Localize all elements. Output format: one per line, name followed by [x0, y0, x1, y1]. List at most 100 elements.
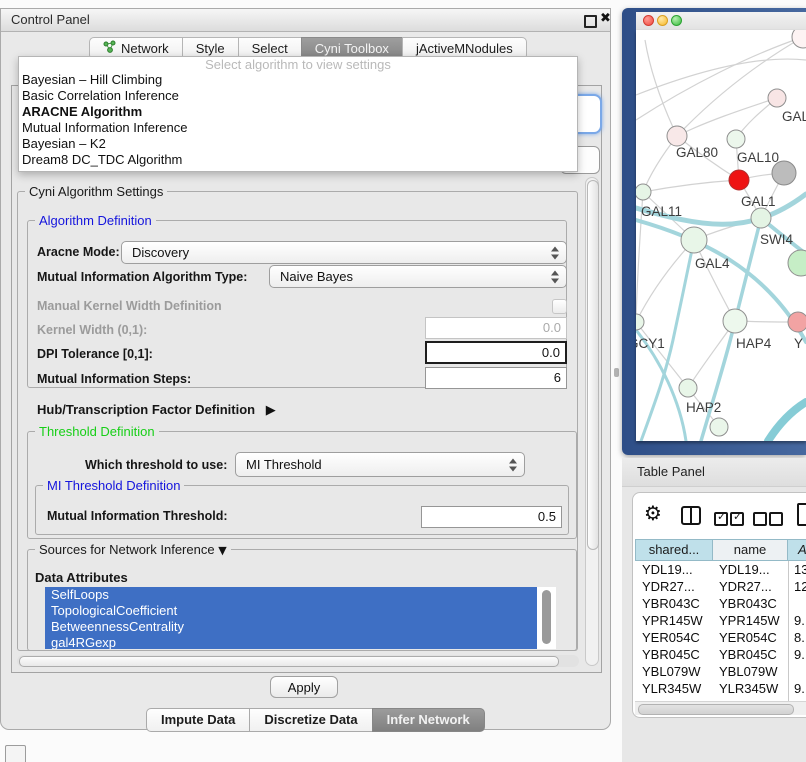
control-panel-titlebar[interactable]: Control Panel ✖: [1, 9, 610, 32]
restore-window-icon[interactable]: [584, 15, 597, 28]
table-row[interactable]: YDL19...YDL19...13: [635, 561, 806, 578]
scrollbar-thumb[interactable]: [19, 656, 559, 667]
stepper-arrows-icon: [509, 458, 518, 471]
list-item[interactable]: BetweennessCentrality: [45, 619, 537, 635]
mi-threshold-label: Mutual Information Threshold:: [47, 505, 228, 527]
mi-type-select[interactable]: Naive Bayes: [269, 265, 567, 288]
network-node[interactable]: [792, 30, 806, 48]
kernel-width-label: Kernel Width (0,1):: [37, 319, 147, 341]
window-title: Control Panel: [11, 12, 90, 27]
cell-value: 12: [787, 578, 806, 595]
scrollbar-thumb[interactable]: [638, 704, 794, 715]
table-row[interactable]: YBR045CYBR045C9.: [635, 646, 806, 663]
cell-shared-name: YER054C: [635, 629, 712, 646]
panel-splitter-handle[interactable]: [614, 368, 619, 377]
hub-definition-label: Hub/Transcription Factor Definition: [37, 402, 255, 417]
minimize-traffic-light[interactable]: [657, 15, 668, 26]
network-node[interactable]: [788, 312, 806, 332]
network-node-label: GCY1: [636, 336, 665, 351]
tab-infer-network[interactable]: Infer Network: [372, 708, 485, 732]
list-item[interactable]: SelfLoops: [45, 587, 537, 603]
selected-value: Naive Bayes: [280, 269, 353, 284]
network-node[interactable]: [788, 250, 806, 276]
network-node[interactable]: [681, 227, 707, 253]
network-node-label: GAL10: [737, 150, 779, 165]
table-row[interactable]: YBL079WYBL079W: [635, 663, 806, 680]
cell-name: YDR27...: [712, 578, 787, 595]
gear-icon[interactable]: ⚙: [644, 503, 662, 523]
apply-button[interactable]: Apply: [270, 676, 338, 698]
mi-steps-input[interactable]: 6: [425, 367, 567, 389]
select-all-checkbox-icon[interactable]: ✓: [714, 512, 728, 526]
expanded-arrow-icon: ▼: [218, 544, 226, 557]
table-row[interactable]: YDR27...YDR27...12: [635, 578, 806, 595]
deselect-all-checkbox-icon[interactable]: [769, 512, 783, 526]
list-item[interactable]: TopologicalCoefficient: [45, 603, 537, 619]
cell-name: YER054C: [712, 629, 787, 646]
network-node[interactable]: [727, 130, 745, 148]
scrollbar-thumb[interactable]: [542, 590, 551, 644]
cell-shared-name: YBL079W: [635, 663, 712, 680]
list-item[interactable]: gal4RGexp: [45, 635, 537, 649]
scrollbar-thumb[interactable]: [587, 180, 599, 550]
network-node[interactable]: [710, 418, 728, 436]
network-canvas[interactable]: GALGAL80GAL10GAL1GAL11SWI4GAL4GCY1HAP4YH…: [636, 30, 806, 441]
select-all-checkbox-icon[interactable]: ✓: [730, 512, 744, 526]
network-node[interactable]: [772, 161, 796, 185]
tab-discretize-data[interactable]: Discretize Data: [249, 708, 372, 732]
cell-name: YBL079W: [712, 663, 787, 680]
table-horizontal-scrollbar[interactable]: [635, 701, 806, 715]
network-node[interactable]: [729, 170, 749, 190]
hub-definition-toggle[interactable]: Hub/Transcription Factor Definition ▶: [37, 399, 276, 422]
cell-name: YBR043C: [712, 595, 787, 612]
collapsed-panel-button[interactable]: [5, 745, 26, 762]
group-title: Cyni Algorithm Settings: [25, 184, 167, 199]
table-body: YDL19...YDL19...13 YDR27...YDR27...12 YB…: [635, 561, 806, 701]
kernel-width-input[interactable]: 0.0: [425, 317, 567, 339]
settings-vertical-scrollbar[interactable]: [585, 177, 599, 666]
check-icon: ✓: [717, 510, 726, 523]
network-node[interactable]: [636, 184, 651, 200]
sources-group-toggle[interactable]: Sources for Network Inference ▼: [35, 542, 231, 557]
network-node[interactable]: [768, 89, 786, 107]
network-node[interactable]: [636, 314, 644, 330]
algorithm-option[interactable]: Dream8 DC_TDC Algorithm: [19, 152, 577, 168]
close-traffic-light[interactable]: [643, 15, 654, 26]
algorithm-option[interactable]: Bayesian – Hill Climbing: [19, 72, 577, 88]
table-row[interactable]: YPR145WYPR145W9.: [635, 612, 806, 629]
settings-horizontal-scrollbar[interactable]: [17, 655, 579, 667]
network-node[interactable]: [723, 309, 747, 333]
mi-threshold-input[interactable]: 0.5: [421, 506, 562, 528]
network-node[interactable]: [667, 126, 687, 146]
manual-kernel-checkbox[interactable]: [552, 299, 567, 314]
network-node[interactable]: [679, 379, 697, 397]
tab-impute-data[interactable]: Impute Data: [146, 708, 250, 732]
split-columns-icon[interactable]: [681, 506, 701, 525]
network-window-titlebar[interactable]: [636, 12, 806, 30]
algorithm-option[interactable]: Basic Correlation Inference: [19, 88, 577, 104]
check-icon: ✓: [733, 510, 742, 523]
mi-type-label: Mutual Information Algorithm Type:: [37, 266, 247, 288]
dpi-tolerance-input[interactable]: 0.0: [425, 341, 567, 364]
table-row[interactable]: YER054CYER054C8.: [635, 629, 806, 646]
deselect-all-checkbox-icon[interactable]: [753, 512, 767, 526]
aracne-mode-select[interactable]: Discovery: [121, 241, 567, 264]
zoom-traffic-light[interactable]: [671, 15, 682, 26]
table-row[interactable]: YBR043CYBR043C: [635, 595, 806, 612]
mi-steps-label: Mutual Information Steps:: [37, 368, 191, 390]
list-vertical-scrollbar[interactable]: [541, 589, 552, 647]
new-table-file-icon[interactable]: [797, 503, 806, 526]
network-node-label: SWI4: [760, 232, 793, 247]
algorithm-option-selected[interactable]: ARACNE Algorithm: [19, 104, 577, 120]
column-header-name[interactable]: name: [712, 539, 788, 561]
close-window-icon[interactable]: ✖: [600, 11, 611, 26]
which-threshold-select[interactable]: MI Threshold: [235, 452, 525, 477]
network-node-label: GAL11: [641, 204, 682, 219]
algorithm-option[interactable]: Mutual Information Inference: [19, 120, 577, 136]
algorithm-option[interactable]: Bayesian – K2: [19, 136, 577, 152]
column-header-shared-name[interactable]: shared...: [635, 539, 713, 561]
cell-value: 9.: [787, 646, 806, 663]
column-header-partial[interactable]: A: [787, 539, 806, 561]
table-row[interactable]: YLR345WYLR345W9.: [635, 680, 806, 697]
network-node[interactable]: [751, 208, 771, 228]
